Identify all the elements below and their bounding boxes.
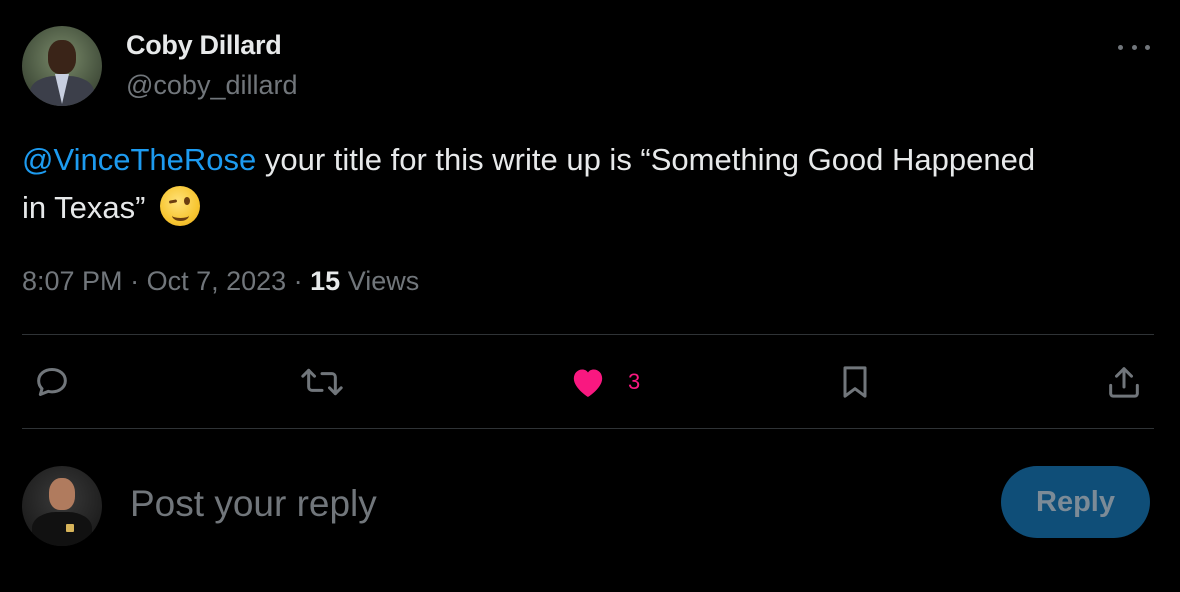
retweet-icon [301,368,343,396]
avatar-head [49,478,75,510]
emoji-eye-closed [168,199,178,204]
tweet-meta: 8:07 PM · Oct 7, 2023 · 15 Views [22,266,419,297]
dot [1145,44,1150,50]
tweet-date[interactable]: Oct 7, 2023 [147,266,287,296]
reply-action-button[interactable] [32,362,72,402]
jersey-crest [66,524,74,532]
divider [22,428,1154,429]
bookmark-action-button[interactable] [836,362,874,402]
dot [1118,44,1123,50]
mention-link[interactable]: @VinceTheRose [22,142,256,177]
tweet-time[interactable]: 8:07 PM [22,266,123,296]
like-count: 3 [628,369,641,394]
current-user-avatar[interactable] [22,466,102,546]
divider [22,334,1154,335]
share-action-button[interactable] [1104,362,1144,402]
emoji-eye-open [184,197,191,205]
author-name[interactable]: Coby Dillard [126,30,282,61]
dot [1131,44,1137,50]
meta-separator: · [122,266,147,296]
views-label: Views [340,266,420,296]
bookmark-icon [843,366,867,398]
views-count: 15 [310,266,341,296]
avatar-head [48,40,76,74]
share-icon [1109,367,1139,398]
avatar-jersey [32,512,92,546]
winking-face-emoji [160,186,201,226]
more-options-icon[interactable] [1118,40,1150,54]
comment-icon [37,368,67,396]
heart-icon [573,369,603,397]
author-handle[interactable]: @coby_dillard [126,70,298,101]
retweet-action-button[interactable] [300,362,344,402]
reply-input[interactable] [130,476,970,532]
author-avatar[interactable] [22,26,102,106]
reply-button[interactable]: Reply [1001,466,1150,538]
like-action-button[interactable]: 3 [568,362,640,402]
meta-separator: · [286,266,311,296]
emoji-mouth [172,210,190,221]
tweet-text: @VinceTheRose your title for this write … [22,136,1062,232]
